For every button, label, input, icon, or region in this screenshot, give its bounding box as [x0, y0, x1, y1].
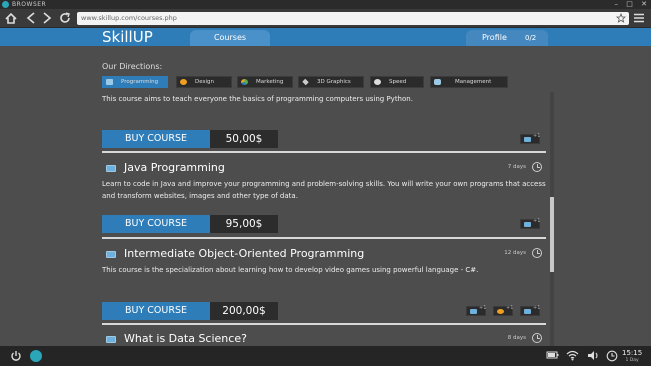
- home-icon: [5, 12, 17, 24]
- course-description: Learn to code in Java and improve your p…: [102, 180, 546, 200]
- site-logo[interactable]: SkillUP: [102, 28, 153, 46]
- browser-toolbar: www.skillup.com/courses.php: [0, 9, 651, 28]
- os-taskbar: 15:15 1 Day: [0, 346, 651, 366]
- scrollbar-thumb[interactable]: [550, 197, 554, 272]
- clock-icon: [532, 333, 542, 343]
- chart-pie-icon: [241, 79, 248, 85]
- reload-button[interactable]: [58, 11, 72, 25]
- power-icon[interactable]: [10, 350, 22, 362]
- direction-badge: +1: [520, 218, 541, 229]
- palette-icon: [180, 79, 187, 85]
- window-title: BROWSER: [12, 1, 47, 8]
- home-button[interactable]: [4, 11, 18, 25]
- browser-app-icon[interactable]: [30, 350, 42, 362]
- people-icon: [524, 309, 531, 314]
- profile-label: Profile: [482, 33, 507, 42]
- star-icon[interactable]: [616, 13, 626, 23]
- buy-course-button[interactable]: BUY COURSE: [102, 302, 210, 320]
- clock-time: 15:15: [622, 349, 643, 357]
- clock-icon[interactable]: [606, 350, 618, 362]
- close-icon[interactable]: ✕: [641, 0, 647, 8]
- chip-label: Management: [455, 79, 492, 85]
- buy-course-button[interactable]: BUY COURSE: [102, 215, 210, 233]
- chip-label: Programming: [121, 79, 159, 85]
- course-duration: 7 days: [507, 164, 526, 170]
- keyboard-icon: [106, 251, 116, 258]
- arrow-left-icon: [26, 12, 35, 24]
- badge-count: +1: [506, 305, 514, 311]
- palette-icon: [497, 309, 504, 314]
- chip-label: Speed: [389, 79, 407, 85]
- direction-chip-design[interactable]: Design: [176, 76, 232, 88]
- direction-chip-speed[interactable]: Speed: [370, 76, 424, 88]
- course-title[interactable]: Intermediate Object-Oriented Programming: [124, 247, 364, 260]
- clock-icon: [532, 162, 542, 172]
- badge-count: +1: [479, 305, 487, 311]
- badge-count: +1: [533, 218, 541, 224]
- course-title[interactable]: What is Data Science?: [124, 332, 247, 345]
- direction-chip-marketing[interactable]: Marketing: [237, 76, 293, 88]
- keyboard-icon: [470, 309, 477, 314]
- clock-icon: [532, 248, 542, 258]
- directions-heading: Our Directions:: [102, 62, 163, 71]
- chip-label: 3D Graphics: [317, 79, 351, 85]
- course-list-scrollbar[interactable]: [550, 92, 554, 346]
- course-duration: 8 days: [507, 335, 526, 341]
- keyboard-icon: [524, 137, 531, 142]
- divider: [102, 237, 546, 239]
- course-title[interactable]: Java Programming: [124, 161, 225, 174]
- course-list: This course aims to teach everyone the b…: [102, 92, 546, 346]
- volume-icon[interactable]: [587, 350, 600, 361]
- clock-date: 1 Day: [625, 358, 639, 363]
- stopwatch-icon: [374, 79, 381, 85]
- course-description: This course aims to teach everyone the b…: [102, 95, 413, 103]
- chip-label: Design: [195, 79, 214, 85]
- wifi-icon[interactable]: [566, 350, 579, 361]
- menu-button[interactable]: [632, 11, 646, 25]
- people-icon: [434, 79, 441, 85]
- direction-badge: +1: [520, 133, 541, 144]
- direction-chip-programming[interactable]: Programming: [102, 76, 168, 88]
- keyboard-icon: [106, 79, 113, 85]
- course-price: 50,00$: [210, 130, 278, 148]
- battery-icon[interactable]: [546, 350, 559, 360]
- chip-label: Marketing: [256, 79, 284, 85]
- direction-badge: +1: [520, 305, 541, 316]
- course-price: 95,00$: [210, 215, 278, 233]
- minimize-icon[interactable]: –: [615, 0, 619, 8]
- tab-profile[interactable]: Profile 0/2: [466, 30, 548, 46]
- site-header: SkillUP Courses Profile 0/2: [0, 28, 651, 46]
- window-titlebar: BROWSER – □ ✕: [0, 0, 651, 9]
- divider: [102, 323, 546, 325]
- keyboard-icon: [524, 222, 531, 227]
- keyboard-icon: [106, 165, 116, 172]
- address-bar[interactable]: www.skillup.com/courses.php: [77, 12, 629, 25]
- direction-chip-3d-graphics[interactable]: 3D Graphics: [298, 76, 364, 88]
- maximize-icon[interactable]: □: [626, 0, 633, 8]
- course-duration: 12 days: [504, 250, 526, 256]
- browser-logo-icon: [2, 1, 9, 8]
- direction-badge: +1: [493, 305, 514, 316]
- badge-count: +1: [533, 305, 541, 311]
- direction-chip-management[interactable]: Management: [430, 76, 508, 88]
- profile-count-badge: 0/2: [525, 34, 537, 42]
- back-button[interactable]: [24, 11, 38, 25]
- tab-courses[interactable]: Courses: [190, 30, 270, 46]
- hamburger-menu-icon: [634, 13, 644, 23]
- cube-icon: [302, 78, 309, 86]
- system-clock: 15:15 1 Day: [622, 349, 642, 365]
- forward-button[interactable]: [40, 11, 54, 25]
- course-price: 200,00$: [210, 302, 278, 320]
- direction-badge: +1: [466, 305, 487, 316]
- reload-icon: [60, 12, 70, 23]
- url-text: www.skillup.com/courses.php: [81, 14, 177, 22]
- window-controls: – □ ✕: [609, 0, 647, 9]
- buy-course-button[interactable]: BUY COURSE: [102, 130, 210, 148]
- divider: [102, 151, 546, 153]
- keyboard-icon: [106, 336, 116, 343]
- course-description: This course is the specialization about …: [102, 266, 479, 274]
- badge-count: +1: [533, 133, 541, 139]
- arrow-right-icon: [43, 12, 52, 24]
